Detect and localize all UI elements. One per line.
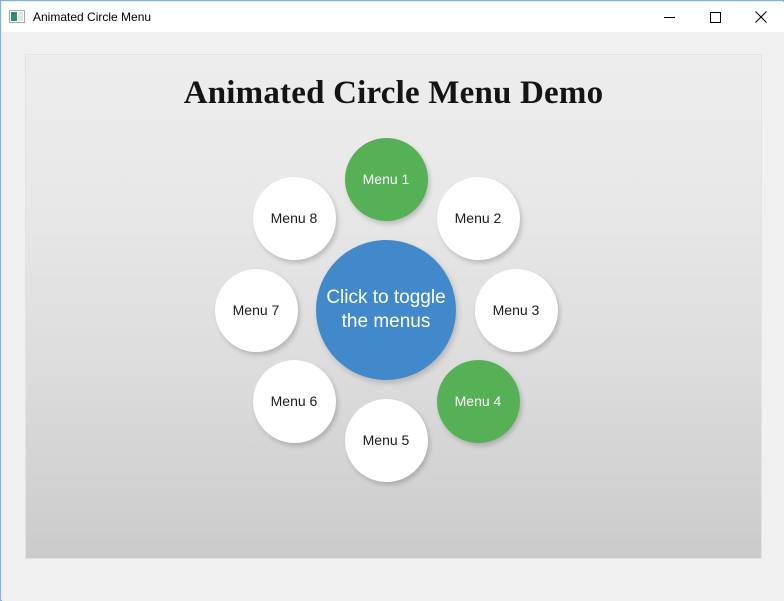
circle-menu-item-3[interactable]: Menu 3 — [474, 268, 558, 352]
circle-menu-item-label: Menu 5 — [362, 432, 410, 448]
application-window: Animated Circle Menu Animated Circle Men… — [0, 0, 784, 601]
circle-menu-item-1[interactable]: Menu 1 — [344, 137, 428, 221]
circle-menu-item-label: Menu 2 — [454, 210, 502, 226]
circle-menu-item-label: Menu 6 — [270, 393, 318, 409]
circle-menu: Menu 1 Menu 2 Menu 3 Menu 4 Menu 5 Menu 6 Menu… — [26, 55, 761, 558]
circle-menu-item-8[interactable]: Menu 8 — [252, 176, 336, 260]
circle-menu-item-7[interactable]: Menu 7 — [214, 268, 298, 352]
maximize-icon — [709, 11, 721, 23]
minimize-icon — [663, 16, 675, 18]
circle-menu-item-label: Menu 7 — [232, 302, 280, 318]
close-icon — [755, 11, 767, 23]
window-title: Animated Circle Menu — [33, 10, 152, 24]
minimize-button[interactable] — [646, 2, 692, 32]
app-icon-left-block — [11, 12, 17, 21]
app-window-icon — [9, 9, 25, 25]
toggle-menus-button[interactable]: Click to toggle the menus — [316, 240, 456, 380]
circle-menu-item-2[interactable]: Menu 2 — [436, 176, 520, 260]
app-icon-right-block — [18, 12, 23, 21]
circle-menu-item-4[interactable]: Menu 4 — [436, 359, 520, 443]
close-button[interactable] — [738, 2, 784, 32]
circle-menu-item-label: Menu 4 — [454, 393, 502, 409]
circle-menu-item-label: Menu 1 — [362, 171, 410, 187]
client-area: Animated Circle Menu Demo Menu 1 Menu 2 Me… — [2, 32, 784, 601]
circle-menu-item-label: Menu 3 — [492, 302, 540, 318]
circle-menu-item-5[interactable]: Menu 5 — [344, 398, 428, 482]
circle-menu-item-6[interactable]: Menu 6 — [252, 359, 336, 443]
title-bar: Animated Circle Menu — [2, 2, 784, 32]
content-panel: Animated Circle Menu Demo Menu 1 Menu 2 Me… — [25, 54, 762, 559]
circle-menu-item-label: Menu 8 — [270, 210, 318, 226]
maximize-button[interactable] — [692, 2, 738, 32]
window-controls — [646, 2, 784, 32]
